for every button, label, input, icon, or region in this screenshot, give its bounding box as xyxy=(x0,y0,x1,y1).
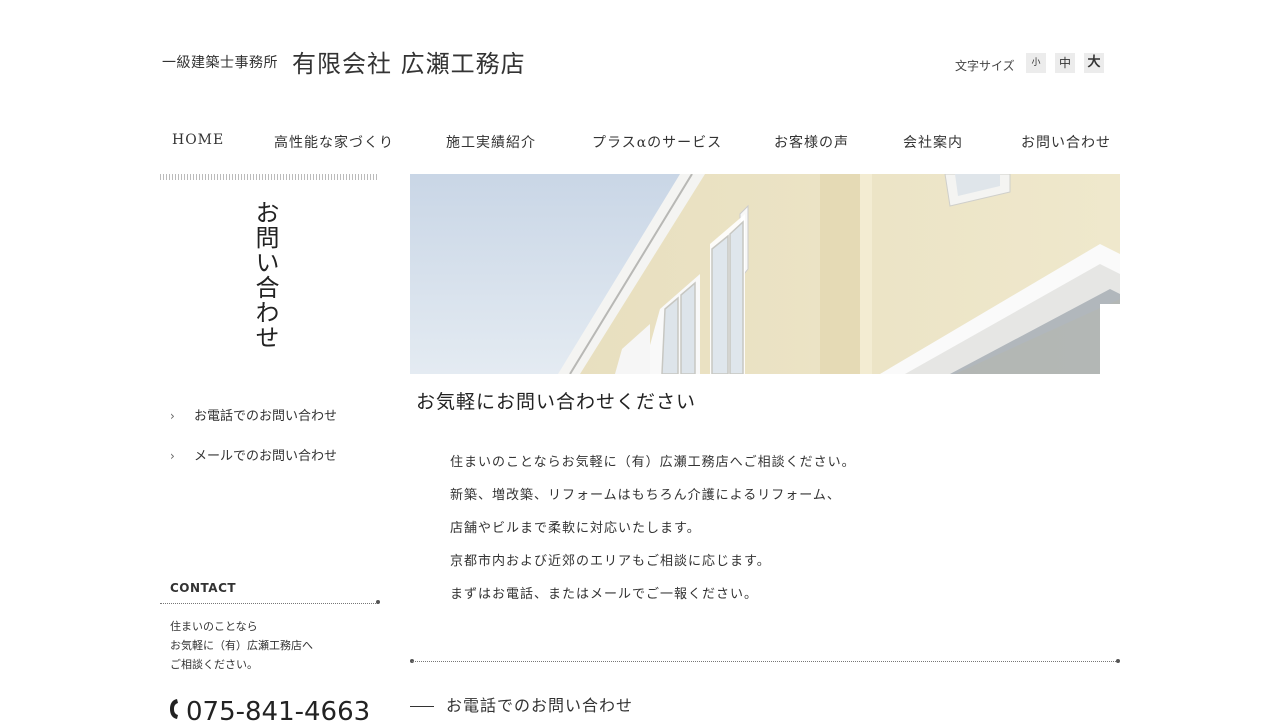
contact-line: ご相談ください。 xyxy=(170,658,258,671)
intro-line: まずはお電話、またはメールでご一報ください。 xyxy=(450,587,759,602)
hero-image xyxy=(410,174,1120,374)
phone-number: 075-841-4663 xyxy=(186,697,371,727)
sidebar-divider xyxy=(160,174,379,180)
intro-line: 新築、増改築、リフォームはもちろん介護によるリフォーム、 xyxy=(450,488,841,503)
font-size-small-button[interactable]: 小 xyxy=(1026,53,1046,73)
nav-contact[interactable]: お問い合わせ xyxy=(1021,132,1111,152)
global-nav: HOME 高性能な家づくり 施工実績紹介 プラスαのサービス お客様の声 会社案… xyxy=(160,120,1120,160)
phone-section-title: お電話でのお問い合わせ xyxy=(410,692,633,716)
section-divider-dot xyxy=(1116,659,1120,663)
contact-line: お気軽に（有）広瀬工務店へ xyxy=(170,639,313,652)
dash-icon xyxy=(410,706,434,707)
contact-phone[interactable]: 075-841-4663 xyxy=(168,697,370,727)
sidebar-link-label: お電話でのお問い合わせ xyxy=(194,409,338,424)
sidebar-link-mail[interactable]: › メールでのお問い合わせ xyxy=(170,445,337,464)
intro-text: 住まいのことならお気軽に（有）広瀬工務店へご相談ください。 新築、増改築、リフォ… xyxy=(450,452,1090,617)
intro-line: 店舗やビルまで柔軟に対応いたします。 xyxy=(450,521,701,536)
brand-logo[interactable]: 有限会社 広瀬工務店 xyxy=(292,44,526,79)
chevron-right-icon: › xyxy=(170,449,175,463)
section-divider xyxy=(412,661,1118,662)
chevron-right-icon: › xyxy=(170,409,175,423)
nav-plus-alpha-service[interactable]: プラスαのサービス xyxy=(592,132,722,152)
phone-icon xyxy=(168,698,180,726)
sidebar-title: お問い合わせ xyxy=(251,200,279,350)
nav-company[interactable]: 会社案内 xyxy=(903,132,963,152)
contact-divider xyxy=(160,603,378,604)
font-size-large-button[interactable]: 大 xyxy=(1084,53,1104,73)
nav-customer-voice[interactable]: お客様の声 xyxy=(774,132,849,152)
nav-works[interactable]: 施工実績紹介 xyxy=(446,132,536,152)
font-size-medium-button[interactable]: 中 xyxy=(1055,53,1075,73)
intro-line: 住まいのことならお気軽に（有）広瀬工務店へご相談ください。 xyxy=(450,455,856,470)
contact-divider-dot xyxy=(376,600,380,604)
page-heading: お気軽にお問い合わせください xyxy=(416,391,697,413)
font-size-label: 文字サイズ xyxy=(955,59,1015,73)
brand-subtitle: 一級建築士事務所 xyxy=(162,55,278,71)
sidebar-link-label: メールでのお問い合わせ xyxy=(194,449,338,464)
phone-section-label: お電話でのお問い合わせ xyxy=(446,696,634,715)
nav-home[interactable]: HOME xyxy=(172,132,224,148)
contact-text: 住まいのことなら お気軽に（有）広瀬工務店へ ご相談ください。 xyxy=(170,617,313,674)
contact-heading: CONTACT xyxy=(170,581,237,595)
intro-line: 京都市内および近郊のエリアもご相談に応じます。 xyxy=(450,554,771,569)
sidebar-link-phone[interactable]: › お電話でのお問い合わせ xyxy=(170,405,337,424)
nav-high-performance-home[interactable]: 高性能な家づくり xyxy=(274,132,394,152)
contact-line: 住まいのことなら xyxy=(170,620,258,633)
